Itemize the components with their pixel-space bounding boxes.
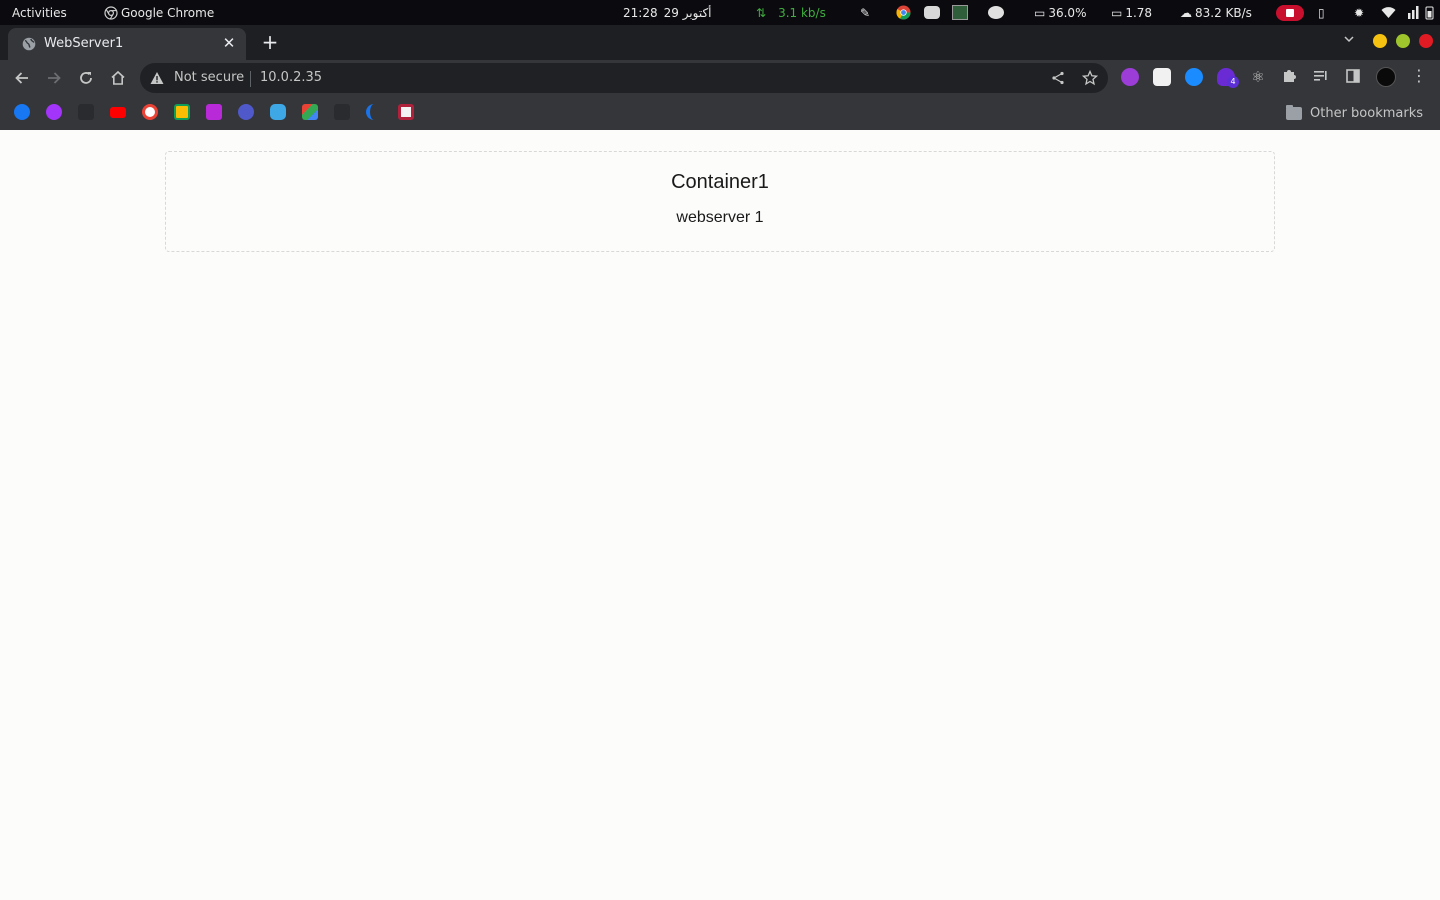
cpu-icon: ▭ (1034, 5, 1046, 20)
cpu-value: 36.0% (1048, 5, 1087, 20)
address-separator (250, 71, 251, 87)
new-tab-button[interactable]: + (258, 31, 282, 55)
globe-icon (22, 37, 36, 51)
blue-app-bookmark-icon[interactable] (270, 104, 286, 120)
extension-bracket-icon[interactable] (1153, 68, 1171, 86)
page-content: Container1 webserver 1 (0, 130, 1440, 900)
chrome-icon (104, 5, 118, 20)
browser-toolbar: Not secure 10.0.2.35 4 ⚛ ⋮ (0, 60, 1440, 96)
download-indicator[interactable]: ☁ 83.2 KB/s (1180, 0, 1252, 25)
facebook-bookmark-icon[interactable] (14, 104, 30, 120)
address-bar[interactable]: Not secure 10.0.2.35 (140, 63, 1108, 93)
updown-arrows-icon: ⇅ (756, 5, 767, 20)
back-button[interactable] (10, 66, 34, 90)
battery-icon[interactable] (1425, 0, 1435, 25)
pen-icon[interactable]: ✎ (860, 0, 870, 25)
multicolor-bookmark-icon[interactable] (302, 104, 318, 120)
monitor-icon: ▭ (1111, 5, 1123, 20)
load-value: 1.78 (1125, 5, 1153, 20)
other-bookmarks-label: Other bookmarks (1310, 105, 1424, 121)
system-top-bar: Activities Google Chrome 21:28 29 أكتوبر… (0, 0, 1440, 25)
net-speed-value: 3.1 kb/s (778, 5, 826, 20)
close-tab-icon[interactable]: ✕ (220, 34, 238, 52)
extension-badge-icon[interactable]: 4 (1217, 68, 1239, 88)
tab-webserver1[interactable]: WebServer1 ✕ (8, 28, 246, 60)
side-panel-icon[interactable] (1345, 68, 1363, 86)
caffeine-icon[interactable] (988, 6, 1004, 19)
keep-bookmark-icon[interactable] (174, 104, 190, 120)
app-menu[interactable]: Google Chrome (104, 0, 214, 25)
extensions-puzzle-icon[interactable] (1281, 68, 1299, 86)
tab-title: WebServer1 (44, 36, 124, 51)
blank-bookmark-icon[interactable] (78, 104, 94, 120)
share-icon[interactable] (1050, 70, 1066, 86)
home-icon (111, 70, 125, 85)
home-button[interactable] (106, 66, 130, 90)
card-heading: Container1 (671, 171, 769, 193)
reload-icon (80, 72, 92, 84)
tab-search-chevron-icon[interactable] (1340, 33, 1358, 51)
youtube-bookmark-icon[interactable] (110, 107, 126, 118)
clipboard-icon[interactable]: ▯ (1318, 0, 1325, 25)
trello-bookmark-icon[interactable] (206, 104, 222, 120)
extension-badge-count: 4 (1227, 76, 1239, 88)
screen-recorder-button[interactable] (1276, 0, 1304, 25)
google-bookmark-icon[interactable] (142, 104, 158, 120)
extension-purple-icon[interactable] (1121, 68, 1139, 86)
bookmarks-bar: Other bookmarks (0, 96, 1440, 130)
container-card: Container1 webserver 1 (165, 151, 1275, 252)
forward-button[interactable] (42, 66, 66, 90)
cpu-indicator[interactable]: ▭ 36.0% (1034, 0, 1086, 25)
warning-triangle-icon[interactable] (150, 71, 164, 85)
record-stop-icon (1276, 4, 1304, 21)
activities-button[interactable]: Activities (12, 0, 67, 25)
red-white-bookmark-icon[interactable] (398, 104, 414, 120)
dark-bookmark-icon[interactable] (334, 104, 350, 120)
settings-gear-icon[interactable]: ✹ (1354, 0, 1364, 25)
cloud-icon: ☁ (1180, 5, 1192, 20)
download-value: 83.2 KB/s (1195, 5, 1252, 20)
forward-arrow-icon (48, 72, 61, 84)
chrome-menu-kebab-icon[interactable]: ⋮ (1410, 68, 1428, 86)
media-queue-icon[interactable] (1313, 68, 1331, 86)
card-subtext: webserver 1 (676, 209, 764, 226)
volume-icon[interactable] (1407, 0, 1421, 25)
back-arrow-icon (15, 72, 28, 84)
react-devtools-icon[interactable]: ⚛ (1249, 68, 1267, 86)
load-indicator[interactable]: ▭ 1.78 (1111, 0, 1152, 25)
extension-blue-icon[interactable] (1185, 68, 1203, 86)
other-bookmarks-folder[interactable]: Other bookmarks (1286, 102, 1423, 124)
chrome-tray-icon[interactable] (896, 5, 911, 20)
url-text[interactable]: 10.0.2.35 (260, 70, 322, 85)
moon-bookmark-icon[interactable] (366, 104, 382, 120)
close-window-button[interactable] (1419, 34, 1433, 48)
clock[interactable]: 21:28 29 أكتوبر (623, 0, 712, 25)
folder-icon (1286, 104, 1302, 120)
app-name: Google Chrome (121, 5, 215, 20)
discord-icon[interactable] (924, 6, 940, 19)
profile-avatar[interactable] (1376, 67, 1396, 87)
wifi-icon[interactable] (1381, 0, 1396, 25)
minimize-window-button[interactable] (1373, 34, 1387, 48)
tab-strip: WebServer1 ✕ + (0, 25, 1440, 60)
bookmark-star-icon[interactable] (1082, 70, 1098, 86)
reload-button[interactable] (74, 66, 98, 90)
security-status[interactable]: Not secure (174, 70, 244, 85)
maximize-window-button[interactable] (1396, 34, 1410, 48)
clock-time: 21:28 (623, 5, 658, 20)
activities-label: Activities (12, 5, 67, 20)
messenger-bookmark-icon[interactable] (46, 104, 62, 120)
net-speed-indicator[interactable]: ⇅ 3.1 kb/s (756, 0, 826, 25)
teams-bookmark-icon[interactable] (238, 104, 254, 120)
clock-date: 29 أكتوبر (663, 5, 712, 20)
image-viewer-icon[interactable] (952, 5, 968, 20)
